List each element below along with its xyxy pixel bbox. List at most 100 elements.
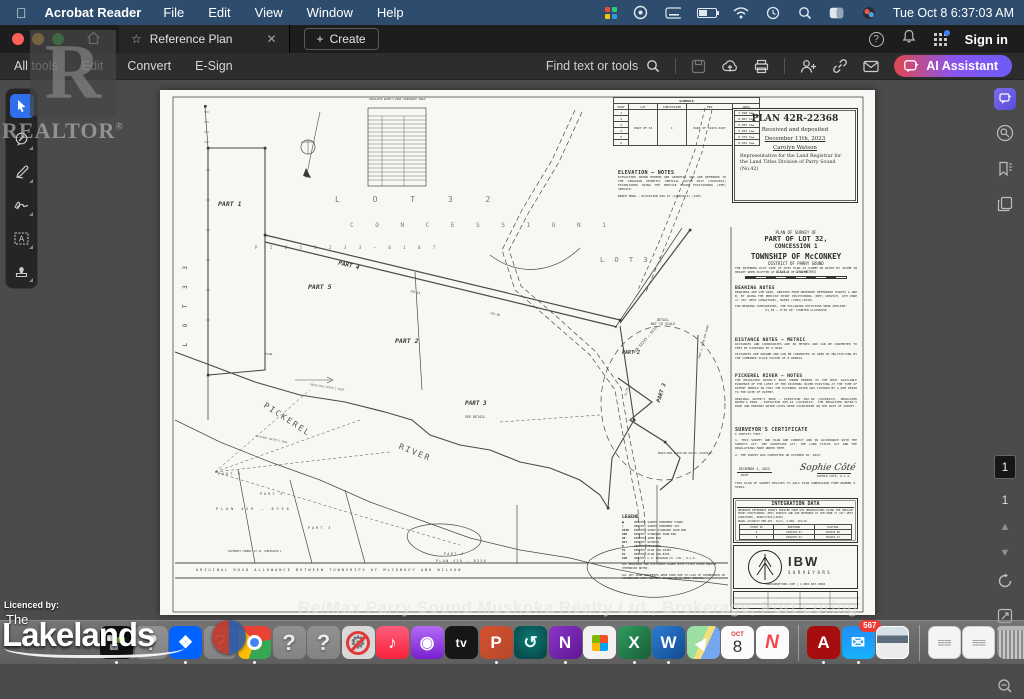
menu-view[interactable]: View xyxy=(255,5,283,20)
request-signature-icon[interactable] xyxy=(800,59,817,74)
lot-31-label: L O T 3 1 xyxy=(600,256,665,264)
dock-podcasts[interactable]: ◉ xyxy=(411,626,444,659)
minimize-window-button[interactable] xyxy=(32,33,44,45)
previous-page-button[interactable]: ▲ xyxy=(1000,521,1011,533)
apps-grid-icon[interactable] xyxy=(934,33,947,46)
dock-dropbox[interactable]: ❖ xyxy=(169,626,202,659)
dock-chrome[interactable] xyxy=(238,626,271,659)
dock-document-1[interactable]: ≡≡ xyxy=(928,626,961,659)
creative-cloud-icon[interactable] xyxy=(633,6,649,20)
page-thumbnails-panel-icon[interactable] xyxy=(997,196,1013,217)
control-center-icon[interactable] xyxy=(861,6,877,20)
dock-maps[interactable] xyxy=(687,626,720,659)
keyboard-icon[interactable] xyxy=(665,6,681,20)
zoom-out-icon[interactable] xyxy=(997,678,1013,699)
wifi-icon[interactable] xyxy=(733,6,749,20)
star-icon[interactable]: ☆ xyxy=(131,32,142,46)
user-switch-icon[interactable] xyxy=(829,6,845,20)
dock-missing-app-3[interactable]: ? xyxy=(273,626,306,659)
zoom-window-button[interactable] xyxy=(52,33,64,45)
share-link-icon[interactable] xyxy=(832,58,848,74)
dock-mail[interactable]: ✉567 xyxy=(842,626,875,659)
find-text-button[interactable]: Find text or tools xyxy=(546,59,660,73)
dock-divider xyxy=(798,625,799,661)
tab-edit[interactable]: Edit xyxy=(82,59,104,73)
sign-tool[interactable] xyxy=(10,193,34,217)
save-icon[interactable] xyxy=(691,59,706,74)
menu-file[interactable]: File xyxy=(163,5,184,20)
ai-panel-icon[interactable] xyxy=(994,88,1016,110)
distance-notes: DISTANCE NOTES — METRIC DISTANCES AND CO… xyxy=(735,338,857,361)
dock-tv[interactable]: tv xyxy=(445,626,478,659)
menu-bar:  Acrobat Reader File Edit View Window H… xyxy=(0,0,1024,25)
notification-dot xyxy=(944,30,950,36)
registrar-stamp: PLAN 42R-22368 Received and deposited De… xyxy=(732,108,858,203)
home-icon[interactable] xyxy=(86,31,101,48)
dock-music[interactable]: ♪ xyxy=(376,626,409,659)
part-1-label: PART 1 xyxy=(218,200,241,208)
menu-edit[interactable]: Edit xyxy=(208,5,230,20)
dock-preview-window[interactable] xyxy=(876,626,909,659)
dock-blocked-app[interactable]: ⚙ xyxy=(342,626,375,659)
battery-icon[interactable] xyxy=(697,8,717,18)
rotate-view-icon[interactable] xyxy=(997,573,1013,594)
bookmarks-panel-icon[interactable] xyxy=(997,161,1013,182)
legend-row: LUMDENOTES L.U. MAUGHAN CO. LTD., O.L.S. xyxy=(622,556,727,560)
plan-number: PLAN 42R-22368 xyxy=(733,114,857,124)
tab-title: Reference Plan xyxy=(150,32,233,46)
notifications-bell-icon[interactable] xyxy=(902,29,916,49)
close-window-button[interactable] xyxy=(12,33,24,45)
tab-all-tools[interactable]: All tools xyxy=(14,59,58,73)
lot-32-label: L O T 3 2 xyxy=(335,195,504,204)
dock-trash[interactable] xyxy=(997,626,1024,659)
surveyor-signature: Sophie Côté xyxy=(799,463,856,473)
right-tool-rail: 1 1 ▲ ▼ xyxy=(990,88,1020,699)
dock-document-2[interactable]: ≡≡ xyxy=(962,626,995,659)
select-tool[interactable] xyxy=(10,94,34,118)
dock-time-machine[interactable]: ↺ xyxy=(514,626,547,659)
spotlight-icon[interactable] xyxy=(797,6,813,20)
apple-menu-icon[interactable]:  xyxy=(16,5,27,21)
ai-assistant-button[interactable]: AI Assistant xyxy=(894,55,1012,77)
document-tab[interactable]: ☆ Reference Plan ✕ xyxy=(119,25,290,53)
dock-word[interactable]: W xyxy=(652,626,685,659)
svg-text:A: A xyxy=(19,234,25,243)
help-icon[interactable]: ? xyxy=(869,32,884,47)
pdf-page[interactable]: SCHEDULE PARTLOT CONCESSIONPIN AREA 1 PA… xyxy=(160,90,875,615)
email-icon[interactable] xyxy=(863,60,879,73)
recent-items-icon[interactable] xyxy=(765,6,781,20)
page-number-input[interactable]: 1 xyxy=(994,455,1016,479)
menu-window[interactable]: Window xyxy=(307,5,353,20)
create-button[interactable]: + Create xyxy=(304,28,379,50)
dock-powerpoint[interactable]: P xyxy=(480,626,513,659)
next-page-button[interactable]: ▼ xyxy=(1000,547,1011,559)
dock-missing-app-4[interactable]: ? xyxy=(307,626,340,659)
tab-esign[interactable]: E-Sign xyxy=(195,59,233,73)
draw-tool[interactable] xyxy=(10,160,34,184)
colored-grid-icon[interactable] xyxy=(605,7,617,19)
menu-help[interactable]: Help xyxy=(377,5,404,20)
comment-tool[interactable] xyxy=(10,127,34,151)
dock-missing-app-2[interactable]: ? xyxy=(204,626,237,659)
dock-excel[interactable]: X xyxy=(618,626,651,659)
tab-convert[interactable]: Convert xyxy=(127,59,171,73)
menu-app-name[interactable]: Acrobat Reader xyxy=(45,5,142,20)
bottom-part3: PART 3 xyxy=(308,526,332,530)
menu-clock[interactable]: Tue Oct 8 6:37:03 AM xyxy=(893,6,1014,20)
dock-calendar[interactable]: OCT8 xyxy=(721,626,754,659)
dock-office[interactable] xyxy=(583,626,616,659)
close-tab-icon[interactable]: ✕ xyxy=(266,32,276,46)
cloud-upload-icon[interactable] xyxy=(721,59,739,73)
text-box-tool[interactable]: A xyxy=(10,226,34,250)
print-icon[interactable] xyxy=(754,59,769,74)
dock-acrobat[interactable]: A xyxy=(807,626,840,659)
sign-in-button[interactable]: Sign in xyxy=(965,32,1008,47)
part-5-label: PART 5 xyxy=(308,283,331,291)
dock-news[interactable]: N xyxy=(756,626,789,659)
stamp-tool[interactable] xyxy=(10,259,34,283)
search-panel-icon[interactable] xyxy=(996,124,1014,147)
dock-missing-app-1[interactable]: ? xyxy=(135,626,168,659)
dock-onenote[interactable]: N xyxy=(549,626,582,659)
dock-window-manager[interactable] xyxy=(100,626,133,659)
surveyors-certificate: SURVEYOR'S CERTIFICATE I CERTIFY THAT: 1… xyxy=(735,427,857,490)
